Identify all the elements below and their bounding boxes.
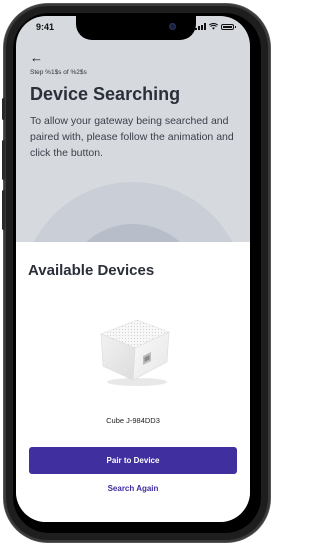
status-time: 9:41 [36,22,55,32]
wifi-icon [209,23,218,30]
battery-icon [221,23,236,30]
camera-icon [169,23,176,30]
side-button [2,140,5,180]
step-indicator: Step %1$s of %2$s [30,69,87,76]
pair-to-device-button[interactable]: Pair to Device [29,447,237,474]
side-button [2,190,5,230]
side-button [2,98,5,120]
back-arrow-icon[interactable]: ← [30,51,43,64]
page-title: Device Searching [30,84,181,104]
device-cube-image [100,319,170,386]
available-devices-sheet: Available Devices Cube J-984DD3 Pair to … [16,242,250,522]
notch [76,16,196,40]
search-again-link[interactable]: Search Again [16,484,250,493]
signal-icon [195,23,206,30]
device-name: Cube J-984DD3 [106,416,160,425]
status-icons [195,23,236,30]
sheet-title: Available Devices [28,262,155,279]
page-description: To allow your gateway being searched and… [30,115,234,159]
app-screen: 9:41 ← Step %1$s of %2$s Device Searchin… [16,16,250,522]
